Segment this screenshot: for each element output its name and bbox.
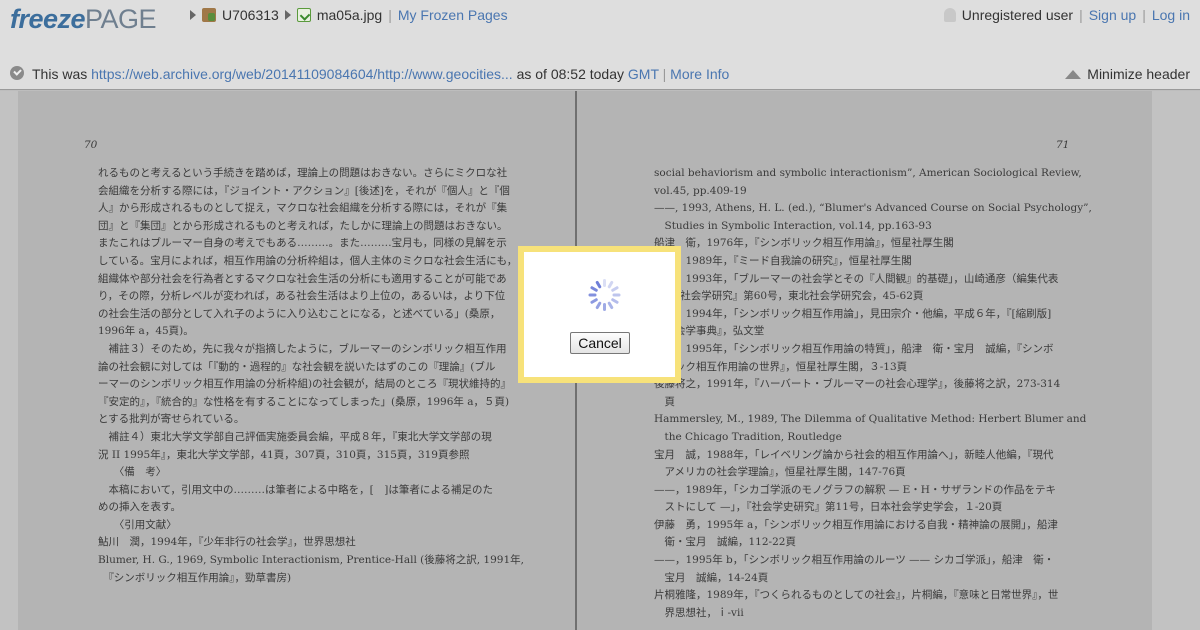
- spinner-segment: [612, 293, 621, 297]
- spinner-segment: [603, 303, 606, 311]
- spinner-segment: [595, 301, 602, 310]
- spinner-segment: [603, 279, 606, 287]
- spinner-segment: [610, 285, 620, 293]
- spinner-segment: [610, 297, 620, 305]
- spinner-segment: [588, 293, 597, 297]
- loading-spinner-icon: [588, 279, 621, 311]
- cancel-button[interactable]: Cancel: [570, 332, 630, 354]
- loading-dialog: Cancel: [518, 246, 681, 383]
- spinner-segment: [607, 301, 614, 310]
